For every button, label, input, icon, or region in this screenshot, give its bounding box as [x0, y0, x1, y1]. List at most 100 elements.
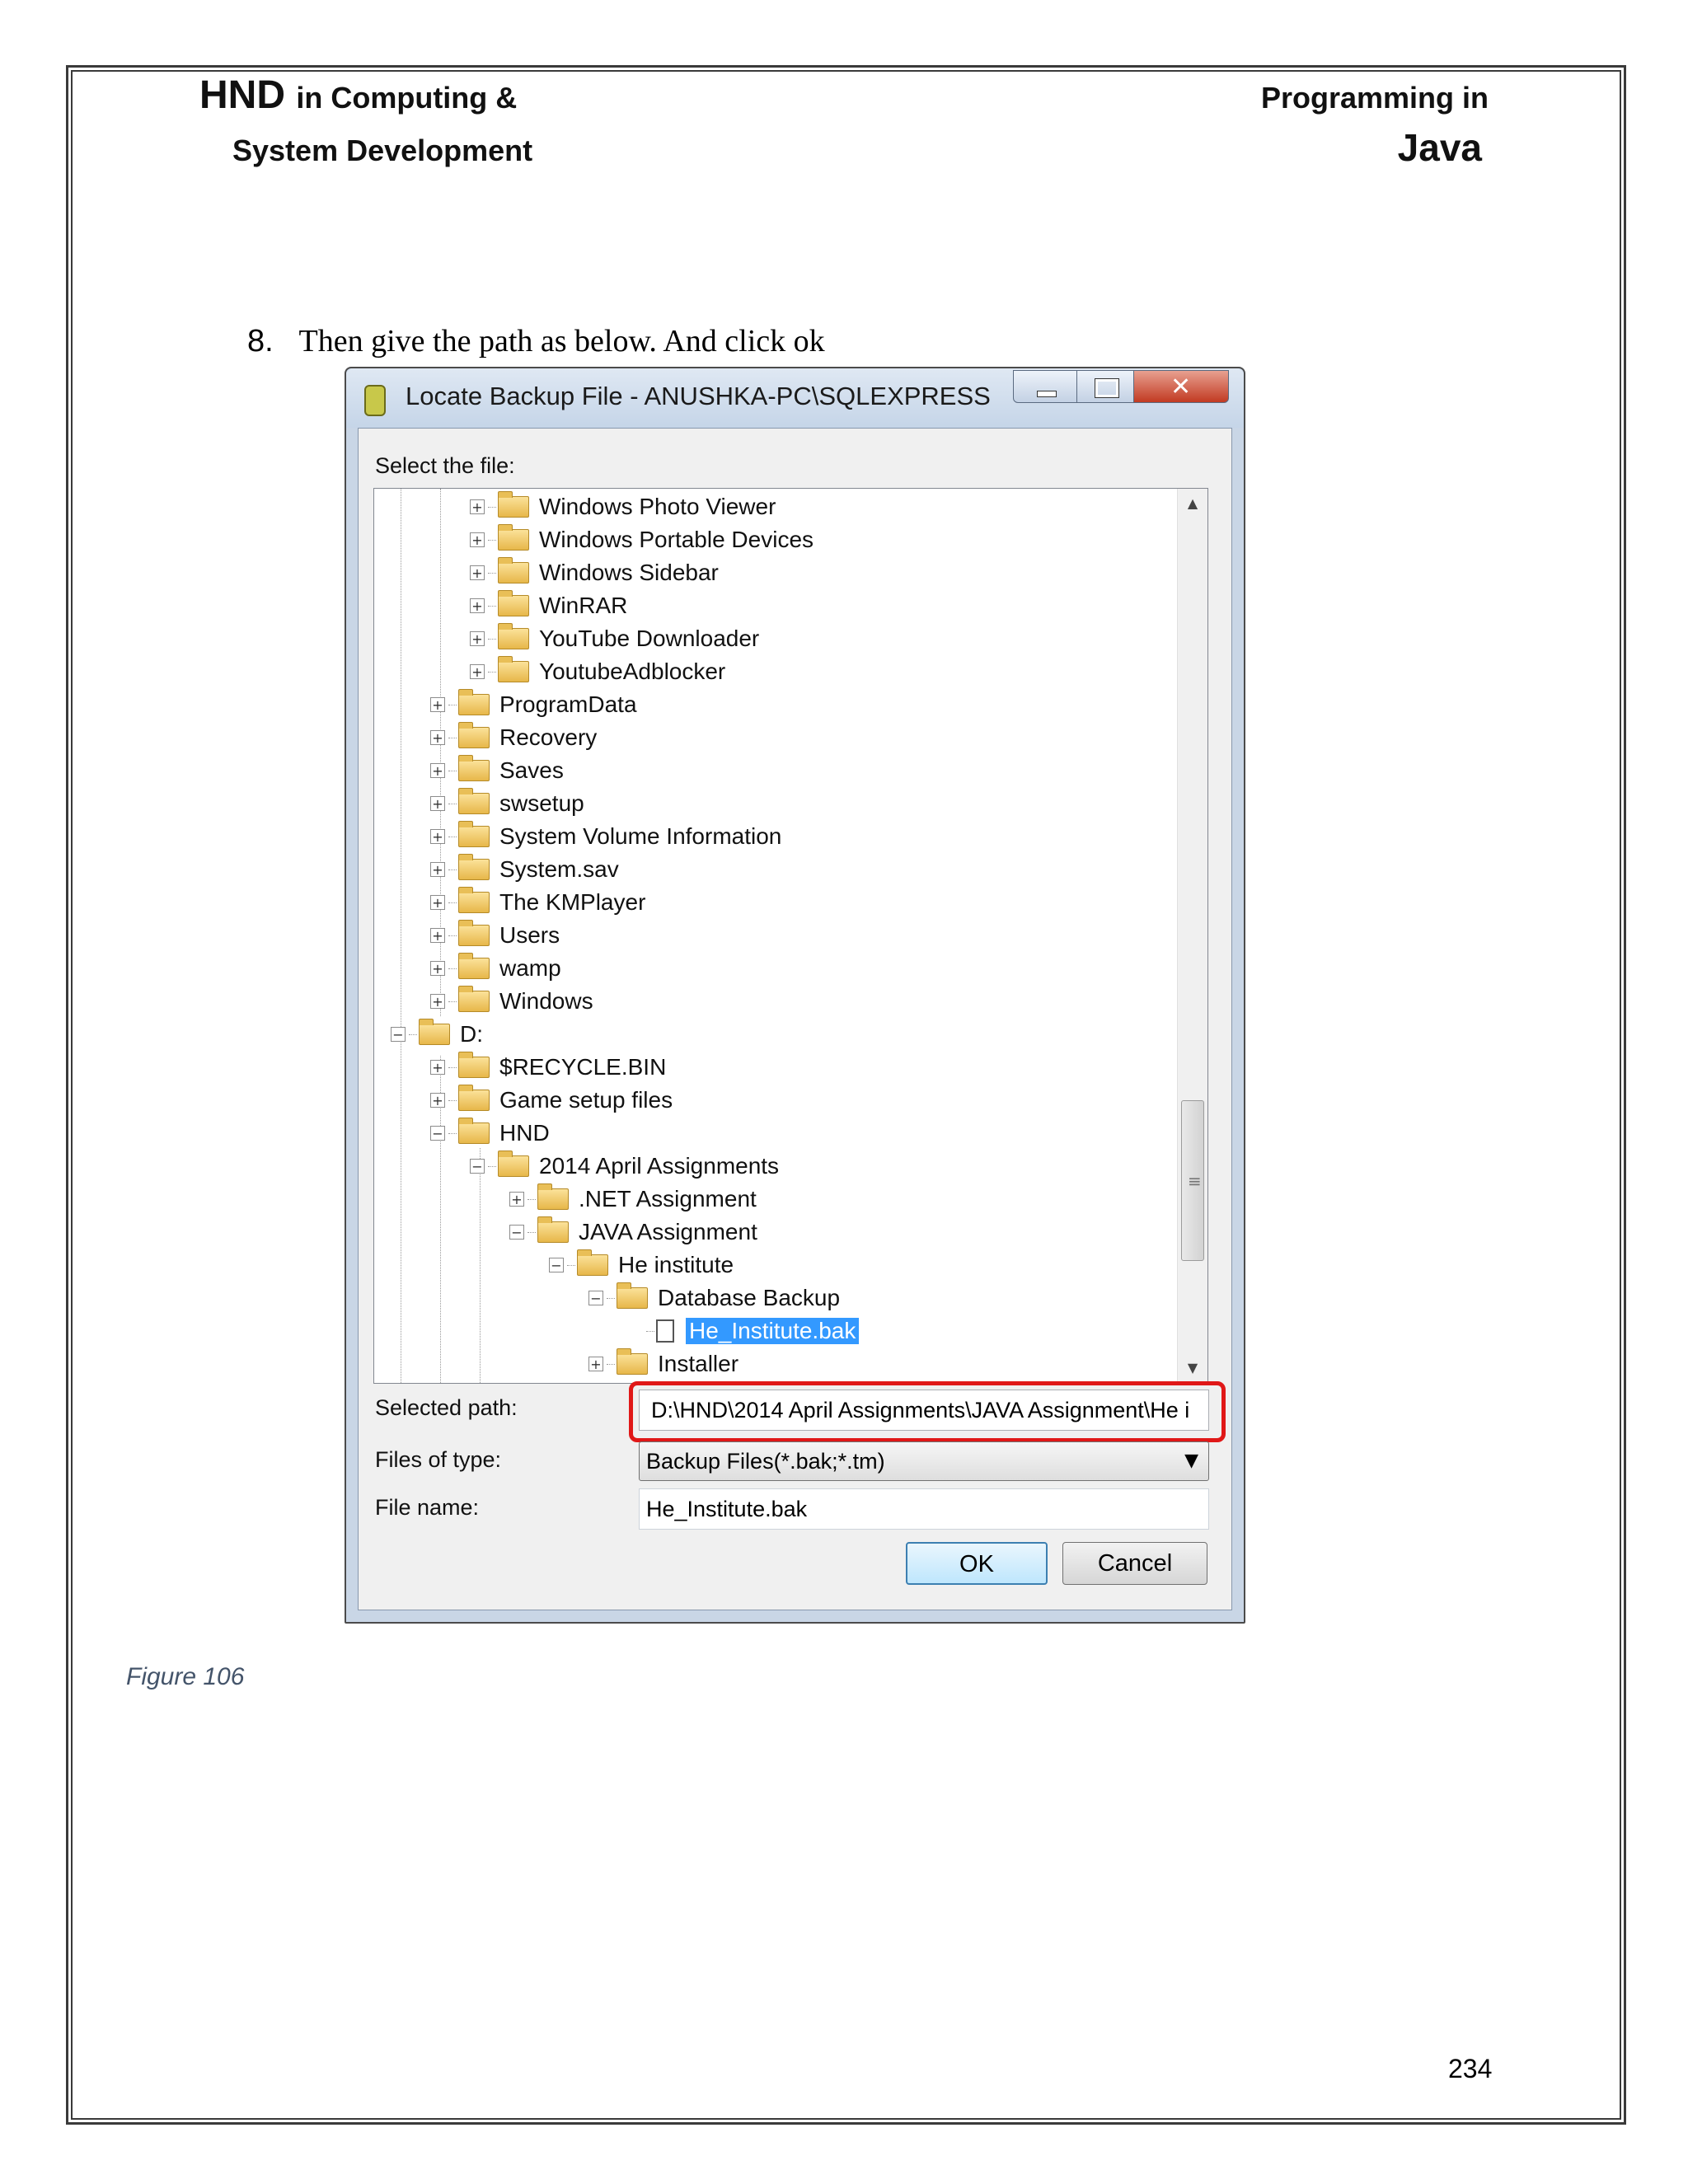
tree-item-label: Windows Photo Viewer	[539, 494, 776, 519]
dialog-titlebar[interactable]: Locate Backup File - ANUSHKA-PC\SQLEXPRE…	[346, 368, 1244, 428]
minimize-button[interactable]	[1013, 370, 1077, 403]
step-instruction: 8. Then give the path as below. And clic…	[247, 323, 825, 359]
folder-icon	[498, 524, 529, 551]
expand-icon[interactable]: +	[470, 532, 485, 547]
tree-item[interactable]: + Recovery	[430, 721, 597, 754]
tree-connector	[409, 1033, 417, 1035]
folder-icon	[617, 1282, 648, 1309]
folder-icon	[419, 1019, 450, 1045]
expand-icon[interactable]: +	[430, 961, 445, 976]
folder-icon	[458, 722, 490, 748]
close-button[interactable]: ✕	[1133, 370, 1229, 403]
expand-icon[interactable]: +	[430, 994, 445, 1009]
file-name-input[interactable]	[640, 1489, 1208, 1529]
tree-item-label: HND	[499, 1120, 550, 1146]
cancel-button[interactable]: Cancel	[1062, 1542, 1207, 1585]
tree-item[interactable]: − He institute	[549, 1249, 734, 1282]
file-tree[interactable]: + Windows Photo Viewer + Windows Portable D…	[373, 488, 1208, 1384]
figure-caption: Figure 106	[126, 1663, 245, 1690]
tree-item[interactable]: + Windows Sidebar	[470, 556, 719, 589]
maximize-button[interactable]	[1076, 370, 1134, 403]
scroll-up-arrow-icon[interactable]: ▲	[1178, 489, 1207, 518]
expand-icon[interactable]: +	[430, 895, 445, 910]
expand-icon[interactable]: +	[470, 598, 485, 613]
tree-item[interactable]: − JAVA Assignment	[509, 1216, 757, 1249]
folder-icon	[458, 1052, 490, 1078]
tree-scrollbar[interactable]: ▲ ≡ ▼	[1177, 489, 1207, 1383]
tree-item[interactable]: + Windows	[430, 985, 593, 1018]
expand-icon[interactable]: +	[470, 499, 485, 514]
dialog-body: Select the file: + Windows Photo Viewer + W…	[358, 428, 1232, 1610]
tree-item[interactable]: + $RECYCLE.BIN	[430, 1051, 666, 1084]
collapse-icon[interactable]: −	[509, 1225, 524, 1240]
tree-item-label: Saves	[499, 757, 564, 783]
expand-icon[interactable]: +	[470, 664, 485, 679]
expand-icon[interactable]: +	[430, 928, 445, 943]
tree-connector	[488, 671, 496, 673]
tree-item[interactable]: He_Institute.bak	[628, 1315, 860, 1347]
expand-icon[interactable]: +	[430, 763, 445, 778]
tree-item[interactable]: + Windows Photo Viewer	[470, 490, 776, 523]
collapse-icon[interactable]: −	[470, 1159, 485, 1174]
tree-item-label: Game setup files	[499, 1087, 673, 1113]
expand-icon[interactable]: +	[470, 631, 485, 646]
expand-icon[interactable]: +	[430, 1093, 445, 1108]
folder-icon	[458, 1085, 490, 1111]
selected-path-label: Selected path:	[375, 1395, 518, 1420]
ok-button[interactable]: OK	[906, 1542, 1048, 1585]
expand-icon[interactable]: +	[430, 697, 445, 712]
tree-item[interactable]: + Windows Portable Devices	[470, 523, 814, 556]
tree-item[interactable]: + Users	[430, 919, 560, 952]
expand-icon[interactable]: +	[430, 796, 445, 811]
folder-icon	[498, 623, 529, 649]
tree-item[interactable]: + ProgramData	[430, 688, 637, 721]
tree-item[interactable]: − D:	[391, 1018, 483, 1051]
tree-connector	[488, 572, 496, 574]
tree-item[interactable]: + swsetup	[430, 787, 584, 820]
files-of-type-dropdown[interactable]: Backup Files(*.bak;*.tm) ▼	[639, 1441, 1209, 1481]
tree-item[interactable]: + YouTube Downloader	[470, 622, 759, 655]
files-of-type-value: Backup Files(*.bak;*.tm)	[646, 1449, 885, 1474]
collapse-icon[interactable]: −	[588, 1291, 603, 1305]
folder-icon	[537, 1183, 569, 1210]
tree-item[interactable]: + .NET Assignment	[509, 1183, 757, 1216]
tree-item[interactable]: + System.sav	[430, 853, 619, 886]
header-java: Java	[1397, 126, 1482, 169]
tree-item[interactable]: + WinRAR	[470, 589, 627, 622]
expand-icon[interactable]: +	[430, 730, 445, 745]
collapse-icon[interactable]: −	[549, 1258, 564, 1272]
page-number: 234	[1448, 2054, 1493, 2083]
tree-item[interactable]: + Installer	[588, 1347, 738, 1380]
tree-item[interactable]: − 2014 April Assignments	[470, 1150, 779, 1183]
file-name-label: File name:	[375, 1495, 480, 1520]
select-file-label: Select the file:	[375, 453, 515, 478]
tree-connector	[448, 968, 457, 969]
expand-icon[interactable]: +	[470, 565, 485, 580]
header-left-line1: HND in Computing &	[199, 73, 517, 118]
expand-icon[interactable]: +	[509, 1192, 524, 1207]
expand-icon[interactable]: +	[430, 862, 445, 877]
tree-item[interactable]: + wamp	[430, 952, 561, 985]
file-name-field[interactable]	[639, 1488, 1209, 1530]
expand-icon[interactable]: +	[430, 829, 445, 844]
folder-icon	[458, 920, 490, 946]
scroll-down-arrow-icon[interactable]: ▼	[1178, 1353, 1207, 1383]
chevron-down-icon: ▼	[1184, 1451, 1198, 1471]
tree-item[interactable]: + Saves	[430, 754, 564, 787]
tree-item[interactable]: + The KMPlayer	[430, 886, 645, 919]
tree-connector	[488, 539, 496, 541]
scrollbar-thumb[interactable]: ≡	[1181, 1100, 1204, 1261]
tree-guide-line	[480, 1148, 481, 1383]
tree-item[interactable]: + Game setup files	[430, 1084, 673, 1117]
expand-icon[interactable]: +	[430, 1060, 445, 1075]
tree-item[interactable]: − HND	[430, 1117, 550, 1150]
tree-item[interactable]: − Database Backup	[588, 1282, 840, 1315]
tree-item[interactable]: + System Volume Information	[430, 820, 781, 853]
tree-item[interactable]: + YoutubeAdblocker	[470, 655, 725, 688]
collapse-icon[interactable]: −	[430, 1126, 445, 1141]
expand-icon[interactable]: +	[588, 1357, 603, 1371]
locate-backup-file-dialog: Locate Backup File - ANUSHKA-PC\SQLEXPRE…	[345, 367, 1245, 1624]
file-icon	[656, 1319, 674, 1343]
close-icon: ✕	[1170, 373, 1192, 401]
collapse-icon[interactable]: −	[391, 1027, 406, 1042]
